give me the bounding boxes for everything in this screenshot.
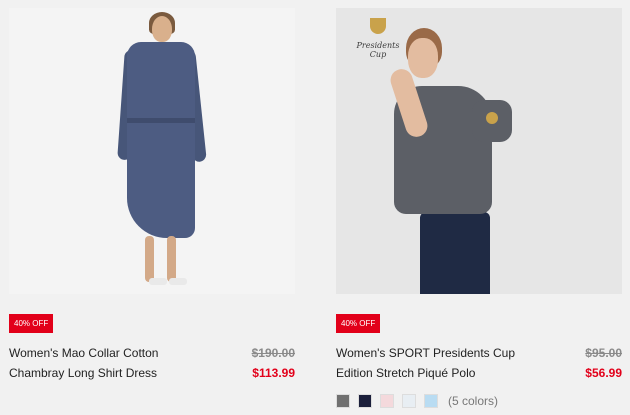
colors-count[interactable]: (5 colors)	[448, 394, 498, 408]
presidents-cup-logo: Presidents Cup	[348, 14, 408, 59]
product-grid: 40% OFF Women's Mao Collar Cotton Chambr…	[0, 0, 630, 415]
original-price: $190.00	[251, 346, 295, 360]
product-name[interactable]: Women's SPORT Presidents Cup Edition Str…	[336, 343, 516, 383]
trophy-icon	[370, 18, 386, 34]
product-name-line[interactable]: Chambray Long Shirt Dress	[9, 363, 189, 383]
logo-text: Presidents Cup	[356, 41, 400, 59]
polo-badge	[486, 112, 498, 124]
product-card[interactable]: Presidents Cup 40% OFF Women's SPORT Pre…	[336, 8, 622, 408]
figure-head	[152, 16, 172, 42]
discount-badge: 40% OFF	[9, 314, 54, 333]
color-swatch[interactable]	[380, 394, 394, 408]
figure-head	[408, 38, 438, 78]
sale-price: $56.99	[585, 366, 622, 380]
product-image[interactable]: Presidents Cup	[336, 8, 622, 294]
price-block: $95.00 $56.99	[585, 343, 622, 383]
sale-price: $113.99	[252, 366, 295, 380]
color-swatch[interactable]	[424, 394, 438, 408]
color-swatches: (5 colors)	[336, 394, 622, 408]
product-image[interactable]	[9, 8, 295, 294]
color-swatch[interactable]	[358, 394, 372, 408]
product-card[interactable]: 40% OFF Women's Mao Collar Cotton Chambr…	[9, 8, 295, 385]
dress-shape	[127, 42, 195, 238]
product-name[interactable]: Women's Mao Collar Cotton Chambray Long …	[9, 343, 189, 383]
figure-pants	[420, 212, 490, 294]
product-info: Women's SPORT Presidents Cup Edition Str…	[336, 343, 622, 385]
color-swatch[interactable]	[402, 394, 416, 408]
figure-leg	[145, 236, 154, 282]
dress-belt	[127, 118, 195, 123]
product-name-line[interactable]: Women's SPORT Presidents Cup	[336, 343, 516, 363]
figure-shoe	[169, 278, 187, 285]
figure-shoe	[149, 278, 167, 285]
figure-leg	[167, 236, 176, 282]
product-name-line[interactable]: Edition Stretch Piqué Polo	[336, 363, 516, 383]
product-info: Women's Mao Collar Cotton Chambray Long …	[9, 343, 295, 385]
price-block: $190.00 $113.99	[252, 343, 295, 383]
color-swatch[interactable]	[336, 394, 350, 408]
discount-badge: 40% OFF	[336, 314, 381, 333]
original-price: $95.00	[585, 346, 622, 360]
product-name-line[interactable]: Women's Mao Collar Cotton	[9, 343, 189, 363]
